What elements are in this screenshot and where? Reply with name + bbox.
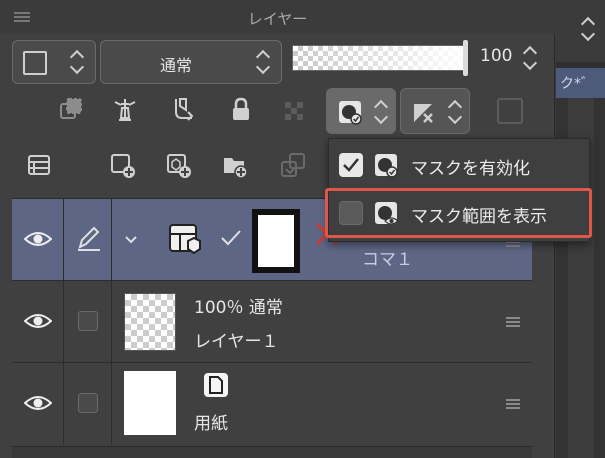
ruler-icon bbox=[411, 99, 437, 125]
layer-panel: レイヤー 通常 100 コマ１ 100％ 通常 レイヤー１ 用紙 マスクを有効化… bbox=[0, 0, 592, 458]
layer-thumbnail[interactable] bbox=[124, 293, 176, 351]
lock-transparent-icon[interactable] bbox=[282, 96, 308, 122]
layer-blend-info: 100％ 通常 bbox=[194, 298, 283, 318]
panel-bottom-bar bbox=[12, 446, 532, 458]
eye-icon[interactable] bbox=[24, 231, 52, 247]
panel-titlebar: レイヤー bbox=[0, 0, 555, 34]
paper-icon bbox=[204, 373, 228, 397]
chevron-up-down-icon bbox=[447, 99, 463, 125]
layer-row-paper[interactable]: 用紙 bbox=[12, 362, 532, 444]
visibility-column bbox=[12, 363, 64, 444]
edit-target-checkbox[interactable] bbox=[78, 311, 98, 331]
eye-icon[interactable] bbox=[24, 395, 52, 411]
pencil-icon[interactable] bbox=[76, 225, 102, 251]
mask-menu-button[interactable] bbox=[326, 88, 396, 134]
ruler-menu-button[interactable] bbox=[400, 88, 470, 134]
chevron-up-down-icon bbox=[255, 49, 271, 75]
lock-icon[interactable] bbox=[228, 96, 254, 122]
enable-mask-checkbox[interactable] bbox=[339, 153, 363, 177]
eye-icon[interactable] bbox=[24, 313, 52, 329]
mask-enable-icon bbox=[337, 99, 363, 125]
opacity-stepper[interactable] bbox=[522, 45, 538, 71]
checkmark-icon bbox=[221, 230, 241, 246]
blend-mode-select[interactable]: 通常 bbox=[100, 40, 282, 84]
menu-item-enable-mask[interactable]: マスクを有効化 bbox=[329, 143, 591, 189]
chevron-down-icon[interactable] bbox=[124, 235, 138, 245]
mask-enable-icon bbox=[375, 154, 398, 178]
panel-title: レイヤー bbox=[247, 10, 308, 28]
adjacent-panel-scroll-stepper[interactable] bbox=[578, 12, 598, 52]
chevron-up-down-icon bbox=[580, 16, 596, 42]
lighthouse-icon[interactable] bbox=[112, 96, 138, 122]
layer-name: 用紙 bbox=[194, 414, 228, 434]
layer-name: コマ１ bbox=[362, 250, 413, 270]
layer-name: レイヤー１ bbox=[194, 332, 279, 352]
frame-folder-icon bbox=[169, 224, 201, 255]
drag-handle-icon[interactable] bbox=[506, 399, 520, 409]
opacity-value: 100 bbox=[480, 46, 513, 66]
drag-handle-icon[interactable] bbox=[506, 317, 520, 327]
checkmark-icon bbox=[343, 158, 359, 172]
new-folder-icon[interactable] bbox=[222, 152, 248, 179]
merge-down-icon[interactable] bbox=[280, 152, 306, 178]
layer-thumbnail[interactable] bbox=[124, 371, 176, 435]
opacity-slider-thumb[interactable] bbox=[463, 40, 468, 76]
adjacent-panel-tab-label: ク*゛ bbox=[560, 76, 595, 92]
layer-row-raster[interactable]: 100％ 通常 レイヤー１ bbox=[12, 280, 532, 362]
menu-item-label: マスクを有効化 bbox=[411, 159, 530, 179]
layer-stack-icon[interactable] bbox=[58, 96, 84, 122]
highlight-annotation bbox=[325, 188, 592, 238]
new-vector-layer-icon[interactable] bbox=[166, 152, 192, 178]
blend-mode-value: 通常 bbox=[159, 56, 192, 75]
layer-mask-thumbnail[interactable] bbox=[252, 209, 300, 273]
edit-column bbox=[64, 199, 112, 280]
chevron-up-down-icon bbox=[373, 99, 389, 125]
new-raster-layer-icon[interactable] bbox=[110, 152, 136, 178]
adjacent-panel-tab[interactable]: ク*゛ bbox=[556, 68, 605, 98]
visibility-column bbox=[12, 199, 64, 280]
disabled-toggle bbox=[497, 98, 523, 124]
visibility-column bbox=[12, 281, 64, 362]
clip-icon[interactable] bbox=[170, 96, 196, 122]
edit-target-checkbox[interactable] bbox=[78, 393, 98, 413]
layer-color-button[interactable] bbox=[12, 40, 96, 84]
opacity-slider[interactable] bbox=[292, 45, 464, 71]
square-icon bbox=[23, 51, 47, 75]
layer-panel-icon[interactable] bbox=[26, 152, 52, 178]
chevron-up-down-icon bbox=[69, 49, 85, 75]
opacity-gradient bbox=[293, 46, 463, 70]
